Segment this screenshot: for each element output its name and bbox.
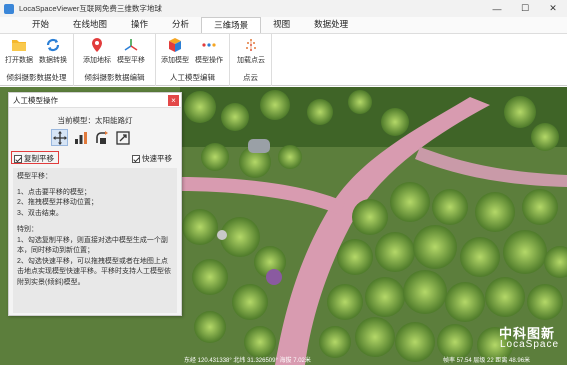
close-button[interactable]: ✕	[539, 0, 567, 17]
ribbon-group-artificial-model: 添加模型 模型操作 人工模型编辑	[156, 34, 230, 86]
mode-toolbar	[51, 129, 131, 146]
help-text: 模型平移： 1、点击要平移的模型； 2、拖拽模型并移动位置； 3、双击结束。 特…	[13, 168, 177, 313]
resize-icon	[115, 130, 130, 145]
map-pin-icon	[89, 37, 105, 53]
tab-data-processing[interactable]: 数据处理	[302, 17, 360, 33]
rotate-icon	[95, 130, 108, 144]
app-logo-icon	[4, 3, 14, 14]
status-render-info: 帧率 57.54 层级 22 距离 48.96米	[443, 358, 531, 364]
help-heading: 模型平移：	[17, 173, 52, 180]
ribbon-group-label: 倾斜摄影数据编辑	[84, 73, 145, 82]
tab-analysis[interactable]: 分析	[160, 17, 201, 33]
model-translate-button[interactable]: 模型平移	[116, 37, 146, 65]
current-model-label: 当前模型：	[57, 116, 96, 125]
add-landmark-button[interactable]: 添加地标	[82, 37, 112, 65]
minimize-button[interactable]: —	[483, 0, 511, 17]
checkbox-checked-icon	[132, 154, 140, 163]
copy-move-checkbox[interactable]: 复制平移	[14, 153, 54, 164]
move-mode-button[interactable]	[51, 129, 68, 146]
dots-icon	[201, 37, 217, 53]
window-title: LocaSpaceViewer互联网免费三维数字地球	[19, 4, 162, 13]
help-note-heading: 特别：	[17, 226, 38, 233]
pointcloud-icon	[243, 37, 259, 53]
ribbon-group-label: 人工模型编辑	[170, 73, 215, 82]
ribbon-group-oblique-processing: 打开数据 数据转换 倾斜摄影数据处理	[0, 34, 74, 86]
resize-mode-button[interactable]	[114, 129, 131, 146]
title-bar: LocaSpaceViewer互联网免费三维数字地球 — ☐ ✕	[0, 0, 567, 17]
model-operation-panel: 人工模型操作 × 当前模型：太阳能路灯 复制平移 快速平移 模型平移： 1、点击…	[8, 92, 182, 316]
tab-start[interactable]: 开始	[20, 17, 61, 33]
help-step: 1、点击要平移的模型；	[17, 188, 91, 196]
tab-online-map[interactable]: 在线地图	[61, 17, 119, 33]
current-model-value: 太阳能路灯	[95, 116, 133, 125]
menu-bar: 开始 在线地图 操作 分析 三维场景 视图 数据处理	[0, 17, 567, 34]
move-arrows-icon	[52, 130, 67, 145]
status-coordinates: 东经 120.431338° 北纬 31.326509° 海拔 7.02米	[184, 358, 311, 364]
refresh-icon	[45, 37, 61, 53]
folder-icon	[11, 37, 27, 53]
maximize-button[interactable]: ☐	[511, 0, 539, 17]
ribbon-group-label: 点云	[243, 73, 258, 82]
help-note: 1、勾选复制平移，则直接对选中模型生成一个副本，同时移动到新位置；	[17, 236, 168, 255]
checkbox-checked-icon	[14, 154, 22, 163]
cube-icon	[167, 37, 183, 53]
rotate-mode-button[interactable]	[93, 129, 110, 146]
ribbon-group-point-cloud: 加载点云 点云	[230, 34, 272, 86]
tab-operation[interactable]: 操作	[119, 17, 160, 33]
ribbon-group-oblique-edit: 添加地标 模型平移 倾斜摄影数据编辑	[74, 34, 156, 86]
open-data-button[interactable]: 打开数据	[4, 37, 34, 65]
bar-scale-icon	[74, 131, 87, 144]
help-note: 2、勾选快速平移，可以拖拽模型或者在地图上点击地点实现模型快速平移。平移时支持人…	[17, 257, 171, 286]
ribbon-group-label: 倾斜摄影数据处理	[6, 73, 67, 82]
scale-mode-button[interactable]	[72, 129, 89, 146]
watermark-en: LocaSpace	[500, 339, 560, 350]
tab-view[interactable]: 视图	[261, 17, 302, 33]
quick-move-checkbox[interactable]: 快速平移	[132, 153, 172, 164]
add-model-button[interactable]: 添加模型	[160, 37, 190, 65]
ribbon: 打开数据 数据转换 倾斜摄影数据处理 添加地标 模型平移 倾斜摄影数据编辑 添加…	[0, 34, 567, 86]
load-point-cloud-button[interactable]: 加载点云	[236, 37, 266, 65]
panel-close-button[interactable]: ×	[168, 95, 179, 106]
panel-title: 人工模型操作	[9, 93, 181, 108]
tab-3d-scene[interactable]: 三维场景	[201, 17, 262, 33]
help-step: 3、双击结束。	[17, 209, 63, 217]
model-operation-button[interactable]: 模型操作	[194, 37, 224, 65]
data-convert-button[interactable]: 数据转换	[38, 37, 68, 65]
axes-icon	[123, 37, 139, 53]
help-step: 2、拖拽模型并移动位置；	[17, 199, 98, 206]
current-model: 当前模型：太阳能路灯	[9, 115, 181, 126]
